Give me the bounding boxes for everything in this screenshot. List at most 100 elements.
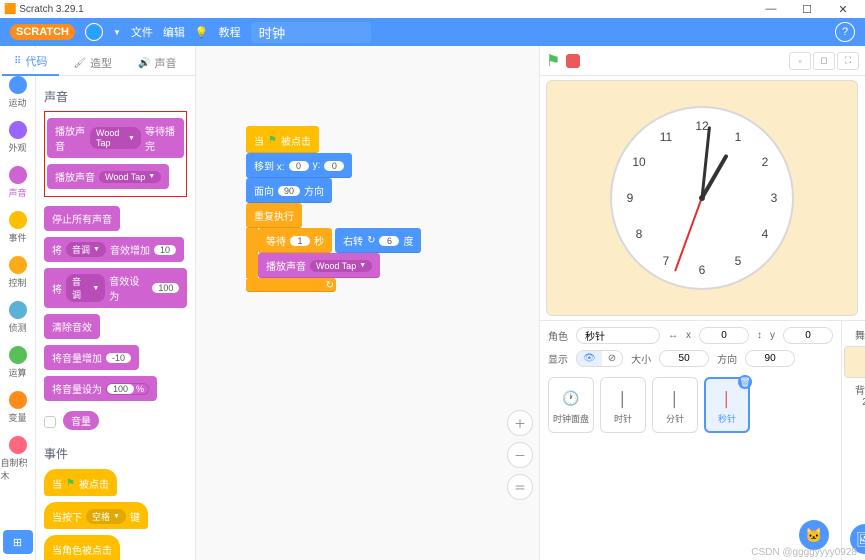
right-panel: ⚑ ▫ ◻ ⛶ 12 1 2 3 4 5 6 7 8: [539, 46, 865, 560]
palette-header-events: 事件: [44, 445, 68, 462]
sprite-x-input[interactable]: [699, 327, 749, 344]
sprite-item-clockface[interactable]: 🕐时钟面盘: [548, 377, 594, 433]
script-stack[interactable]: 当⚑被点击 移到 x:0 y:0 面向90方向 重复执行 等待1秒 右转↻6度 …: [246, 126, 539, 292]
window-maximize[interactable]: ☐: [789, 3, 825, 16]
clock-face: 12 1 2 3 4 5 6 7 8 9 10 11: [610, 106, 794, 290]
cw-icon: ↻: [367, 235, 375, 246]
green-flag-button[interactable]: ⚑: [546, 51, 560, 71]
cat-control[interactable]: 控制: [1, 256, 35, 289]
sprite-item-minute[interactable]: │分针: [652, 377, 698, 433]
block-play-sound[interactable]: 播放声音 Wood Tap▼: [47, 164, 169, 189]
menu-edit[interactable]: 编辑: [163, 24, 185, 40]
checkbox-icon[interactable]: [44, 416, 56, 428]
script-workspace[interactable]: 当⚑被点击 移到 x:0 y:0 面向90方向 重复执行 等待1秒 右转↻6度 …: [196, 46, 539, 560]
add-sprite-button[interactable]: 🐱: [799, 520, 829, 550]
flag-icon: ⚑: [66, 478, 75, 489]
zoom-in-button[interactable]: ＋: [507, 410, 533, 436]
stage-label: 舞台: [855, 327, 865, 342]
flag-icon: ⚑: [268, 135, 277, 146]
tab-sounds[interactable]: 🔊声音: [126, 50, 188, 76]
sound-dropdown[interactable]: Wood Tap▼: [99, 171, 161, 183]
palette-header-sound: 声音: [44, 88, 68, 105]
sprite-direction-input[interactable]: [745, 350, 795, 367]
stop-button[interactable]: [566, 54, 580, 68]
sprite-list: 🕐时钟面盘 │时针 │分针 🗑 │秒针: [548, 377, 833, 433]
block-set-effect[interactable]: 将 音调▼ 音效设为 100: [44, 268, 187, 308]
category-rail: 运动 外观 声音 事件 控制 侦测 运算 变量 自制积木 ⊞: [0, 46, 36, 560]
zoom-out-button[interactable]: －: [507, 442, 533, 468]
sprite-y-input[interactable]: [783, 327, 833, 344]
second-hand: [675, 198, 703, 272]
app-icon: 🟧: [4, 4, 16, 15]
cat-myblocks[interactable]: 自制积木: [1, 436, 35, 482]
window-titlebar: 🟧 Scratch 3.29.1 — ☐ ✕: [0, 0, 865, 18]
cat-events[interactable]: 事件: [1, 211, 35, 244]
label-sprite: 角色: [548, 328, 568, 343]
eye-closed-icon: ⊘: [602, 351, 622, 366]
block-palette[interactable]: 声音 播放声音 Wood Tap▼ 等待播完 播放声音 Wood Tap▼ 停止…: [36, 76, 195, 560]
block-change-effect[interactable]: 将 音调▼ 音效增加 10: [44, 237, 184, 262]
fullscreen-button[interactable]: ⛶: [837, 52, 859, 70]
project-name-input[interactable]: [251, 22, 371, 43]
window-close[interactable]: ✕: [825, 3, 861, 16]
x-icon: ↔: [668, 330, 678, 341]
block-clear-effects[interactable]: 清除音效: [44, 314, 100, 339]
menu-file[interactable]: 文件: [131, 24, 153, 40]
ws-when-flag[interactable]: 当⚑被点击: [246, 126, 319, 153]
cat-sound[interactable]: 声音: [1, 166, 35, 199]
sprite-name-input[interactable]: [576, 327, 660, 344]
bulb-icon: 💡: [195, 26, 209, 39]
stage-thumbnail[interactable]: [844, 346, 865, 378]
block-stop-all-sounds[interactable]: 停止所有声音: [44, 206, 120, 231]
ws-goto[interactable]: 移到 x:0 y:0: [246, 153, 352, 178]
highlight-box: 播放声音 Wood Tap▼ 等待播完 播放声音 Wood Tap▼: [44, 111, 187, 197]
loop-icon: ↻: [326, 280, 334, 291]
window-minimize[interactable]: —: [753, 3, 789, 15]
scratch-logo: SCRATCH: [10, 24, 75, 40]
block-when-key[interactable]: 当按下 空格▼ 键: [44, 502, 148, 529]
delete-sprite-button[interactable]: 🗑: [738, 375, 752, 389]
cat-motion[interactable]: 运动: [1, 76, 35, 109]
speaker-icon: 🔊: [138, 58, 150, 69]
cat-operators[interactable]: 运算: [1, 346, 35, 379]
tab-costumes[interactable]: 🖌造型: [61, 50, 124, 76]
zoom-reset-button[interactable]: ＝: [507, 474, 533, 500]
sprite-size-input[interactable]: [659, 350, 709, 367]
ws-play[interactable]: 播放声音 Wood Tap▼: [258, 253, 380, 278]
block-change-volume[interactable]: 将音量增加 -10: [44, 345, 139, 370]
sprite-item-hour[interactable]: │时针: [600, 377, 646, 433]
block-when-flag[interactable]: 当⚑被点击: [44, 469, 117, 496]
language-menu[interactable]: 🌐: [85, 23, 103, 41]
add-extension-button[interactable]: ⊞: [3, 530, 33, 554]
brush-icon: 🖌: [73, 58, 86, 69]
help-button[interactable]: ?: [835, 22, 855, 42]
ws-turn[interactable]: 右转↻6度: [335, 228, 421, 253]
sprite-item-second[interactable]: 🗑 │秒针: [704, 377, 750, 433]
backdrops-label: 背景: [855, 382, 865, 397]
window-title: Scratch 3.29.1: [19, 4, 83, 15]
code-icon: ⠿: [14, 56, 21, 67]
ws-point[interactable]: 面向90方向: [246, 178, 332, 203]
eye-open-icon: 👁: [577, 351, 602, 366]
menubar: SCRATCH 🌐▼ 文件 编辑 💡 教程 ?: [0, 18, 865, 46]
large-stage-button[interactable]: ◻: [813, 52, 835, 70]
stage[interactable]: 12 1 2 3 4 5 6 7 8 9 10 11: [546, 80, 858, 316]
visibility-toggle[interactable]: 👁⊘: [576, 350, 623, 367]
ws-forever-top[interactable]: 重复执行: [246, 203, 302, 228]
small-stage-button[interactable]: ▫: [789, 52, 811, 70]
block-play-until-done[interactable]: 播放声音 Wood Tap▼ 等待播完: [47, 118, 184, 158]
editor-tabs: ⠿代码 🖌造型 🔊声音: [0, 46, 300, 76]
sound-dropdown[interactable]: Wood Tap▼: [90, 127, 141, 149]
ws-wait[interactable]: 等待1秒: [258, 228, 332, 253]
menu-tutorials[interactable]: 教程: [219, 24, 241, 40]
block-set-volume[interactable]: 将音量设为 100%: [44, 376, 157, 401]
tab-code[interactable]: ⠿代码: [2, 48, 59, 76]
ws-forever-bottom[interactable]: ↻: [246, 278, 336, 292]
cat-variables[interactable]: 变量: [1, 391, 35, 424]
cat-looks[interactable]: 外观: [1, 121, 35, 154]
reporter-volume[interactable]: 音量: [44, 408, 99, 433]
watermark: CSDN @ggggyyyy0928: [751, 547, 857, 558]
block-when-clicked[interactable]: 当角色被点击: [44, 535, 120, 560]
cat-sensing[interactable]: 侦测: [1, 301, 35, 334]
y-icon: ↕: [757, 330, 762, 341]
